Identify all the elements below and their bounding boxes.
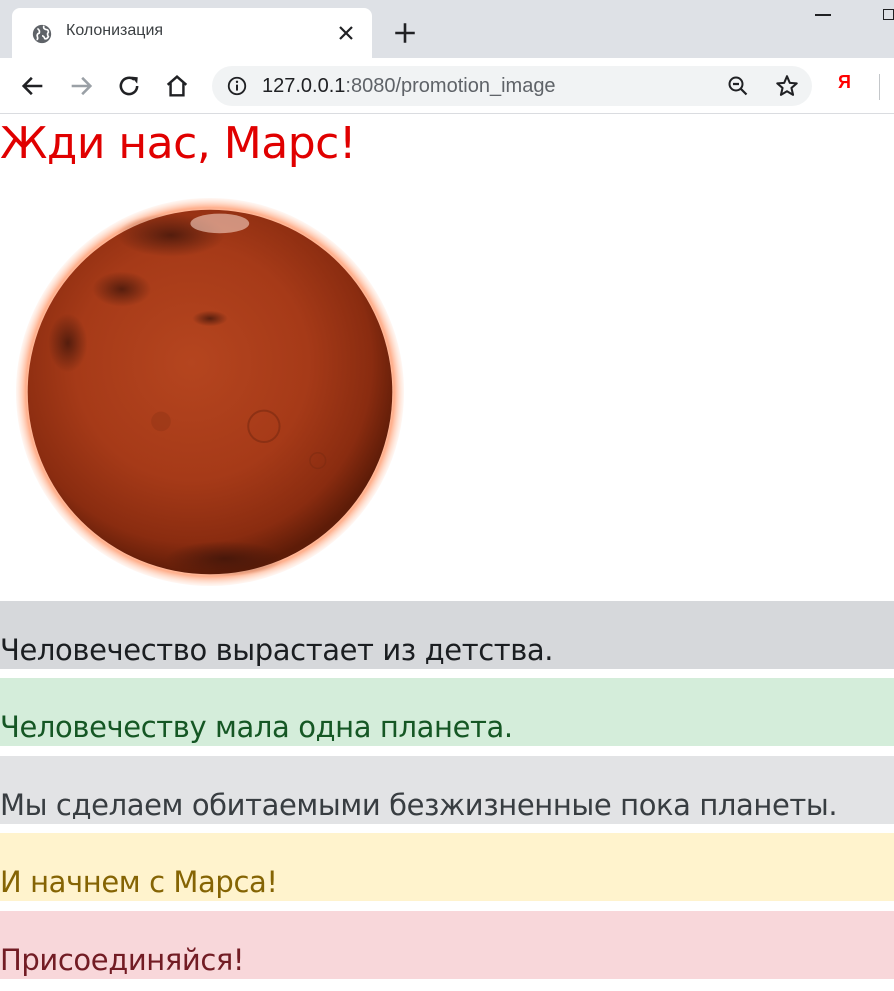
toolbar-divider [879, 74, 880, 100]
mars-image [15, 197, 405, 587]
alert-dark: Человечество вырастает из детства. [0, 601, 894, 669]
alert-success: Человечеству мала одна планета. [0, 678, 894, 746]
alert-text: Мы сделаем обитаемыми безжизненные пока … [0, 788, 838, 822]
reload-icon[interactable] [115, 72, 143, 100]
url-host: 127.0.0.1 [262, 75, 346, 97]
alert-danger: Присоединяйся! [0, 911, 894, 979]
tab-title: Колонизация [66, 22, 164, 39]
maximize-icon[interactable] [883, 9, 894, 20]
yandex-extension-icon[interactable]: Я [838, 72, 851, 93]
alert-text: И начнем с Марса! [0, 865, 278, 899]
url-text[interactable]: 127.0.0.1:8080/promotion_image [262, 75, 556, 98]
globe-icon [32, 24, 52, 44]
bookmark-star-icon[interactable] [774, 73, 800, 99]
back-arrow-icon[interactable] [19, 72, 47, 100]
close-icon[interactable] [334, 21, 358, 45]
url-path: :8080/promotion_image [345, 75, 556, 97]
info-icon[interactable] [226, 75, 248, 97]
page-title: Жди нас, Марс! [0, 118, 356, 169]
address-bar[interactable]: 127.0.0.1:8080/promotion_image [212, 66, 812, 106]
alert-text: Присоединяйся! [0, 943, 245, 977]
forward-arrow-icon[interactable] [67, 72, 95, 100]
new-tab-plus-icon[interactable] [392, 20, 418, 46]
alert-warning: И начнем с Марса! [0, 833, 894, 901]
home-icon[interactable] [163, 72, 191, 100]
alert-text: Человечеству мала одна планета. [0, 710, 513, 744]
alert-secondary: Мы сделаем обитаемыми безжизненные пока … [0, 756, 894, 824]
browser-tab[interactable]: Колонизация [12, 8, 372, 58]
minimize-icon[interactable] [815, 14, 831, 16]
tab-strip: Колонизация [0, 0, 894, 58]
alert-text: Человечество вырастает из детства. [0, 633, 554, 667]
browser-toolbar: 127.0.0.1:8080/promotion_image Я [0, 58, 894, 114]
zoom-out-icon[interactable] [726, 74, 750, 98]
